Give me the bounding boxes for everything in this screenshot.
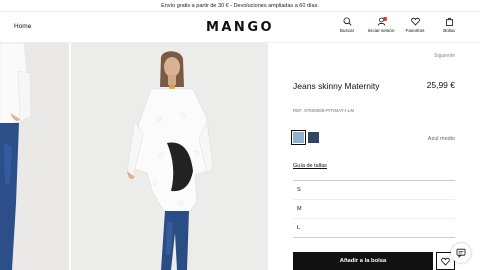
- heart-icon: [410, 17, 420, 26]
- product-photo-side-image: [0, 43, 69, 270]
- product-gallery[interactable]: [0, 43, 268, 270]
- product-price: 25,99 €: [426, 80, 455, 90]
- product-panel: Siguiente Jeans skinny Maternity 25,99 €…: [291, 43, 455, 270]
- next-product-link[interactable]: Siguiente: [434, 53, 455, 59]
- chat-icon: [456, 248, 466, 258]
- product-photo-side[interactable]: [0, 43, 69, 270]
- bag-label: Bolsa: [443, 28, 455, 33]
- selected-color-name: Azul medio: [427, 136, 455, 142]
- promo-bar: Envío gratis a partir de 30 € - Devoluci…: [0, 0, 480, 12]
- search-button[interactable]: Buscar: [330, 17, 364, 33]
- login-label: Iniciar sesión: [367, 28, 395, 33]
- favorites-button[interactable]: Favoritos: [398, 17, 432, 33]
- search-icon: [342, 17, 352, 26]
- size-guide-link[interactable]: Guía de tallas: [293, 163, 327, 169]
- notification-dot: [383, 17, 387, 21]
- color-swatches: [291, 130, 319, 145]
- add-to-bag-button[interactable]: Añadir a la bolsa: [293, 252, 433, 270]
- size-list: S M L: [293, 180, 455, 238]
- home-link[interactable]: Home: [14, 23, 31, 30]
- login-button[interactable]: Iniciar sesión: [364, 17, 398, 33]
- bag-button[interactable]: Bolsa: [432, 17, 466, 33]
- size-option-l[interactable]: L: [293, 219, 455, 238]
- promo-text: Envío gratis a partir de 30 € - Devoluci…: [161, 3, 319, 9]
- header-actions: Buscar Iniciar sesión Favoritos Bolsa: [330, 17, 466, 33]
- product-title: Jeans skinny Maternity: [293, 81, 380, 91]
- product-photo-main-image: [71, 43, 268, 270]
- chat-button[interactable]: [451, 243, 471, 263]
- color-swatch-dark-blue[interactable]: [308, 132, 319, 143]
- product-reference: REF. 97505009-PITIMAT-I-LM: [293, 108, 355, 113]
- size-option-s[interactable]: S: [293, 181, 455, 200]
- favorites-label: Favoritos: [405, 28, 425, 33]
- size-option-m[interactable]: M: [293, 200, 455, 219]
- site-header: Home MANGO Buscar Iniciar sesión Favorit…: [0, 12, 480, 43]
- search-label: Buscar: [339, 28, 355, 33]
- product-photo-main[interactable]: [71, 43, 268, 270]
- color-swatch-light-blue[interactable]: [291, 130, 306, 145]
- heart-icon: [441, 257, 450, 266]
- bag-icon: [445, 17, 453, 26]
